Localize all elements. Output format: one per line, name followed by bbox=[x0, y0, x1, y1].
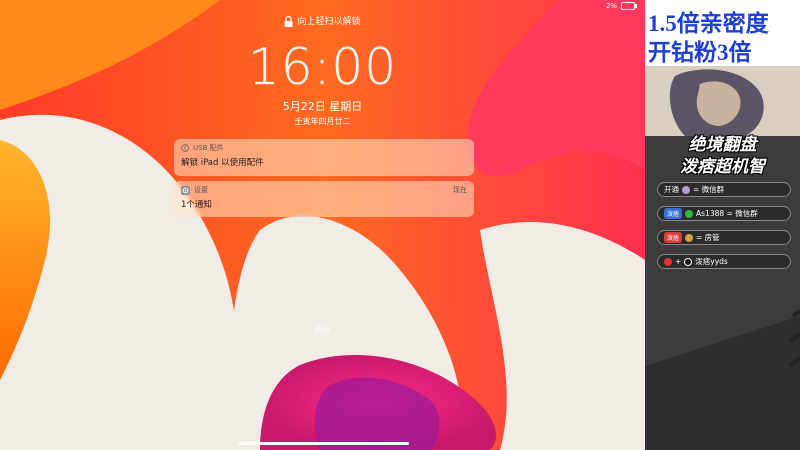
info-row-label: 泼痞 bbox=[664, 232, 683, 243]
notification-body: 1个通知 bbox=[181, 200, 212, 210]
lunar-date: 壬寅年四月廿二 bbox=[294, 117, 351, 126]
info-row-value: 泼痞yyds bbox=[695, 257, 728, 266]
stream-banner: 绝境翻盘 泼痞超机智 开通 = 微信群 泼痞 As1388 = 微信群 泼痞 =… bbox=[645, 66, 800, 450]
notification-time: 现在 bbox=[453, 186, 467, 194]
wechat-icon bbox=[685, 209, 694, 218]
ipad-lockscreen: 2% 向上轻扫以解锁 16:00 5月22日 星期日 壬寅年四月廿二 USB 配… bbox=[0, 0, 645, 450]
battery-icon bbox=[621, 2, 637, 10]
notification-settings[interactable]: 设置 现在 1个通知 bbox=[174, 181, 474, 217]
info-row-label: 开通 bbox=[664, 185, 679, 194]
tiktok-icon bbox=[684, 257, 693, 266]
info-row-label: 泼痞 bbox=[664, 208, 683, 219]
key-icon bbox=[685, 233, 694, 242]
weibo-icon bbox=[664, 257, 672, 266]
notification-app: 设置 bbox=[194, 186, 208, 194]
clock-date: 5月22日 星期日 bbox=[282, 100, 363, 113]
notification-app: USB 配件 bbox=[193, 144, 224, 152]
info-row-value: As1388 = 微信群 bbox=[696, 209, 758, 218]
swipe-hint-label: 向上轻扫以解锁 bbox=[297, 17, 361, 27]
info-row-4: + 泼痞yyds bbox=[657, 254, 791, 269]
swipe-hint: 向上轻扫以解锁 bbox=[0, 14, 645, 27]
banner-title-2: 泼痞超机智 bbox=[680, 157, 765, 177]
promo-line-2: 开钻粉3倍 bbox=[648, 40, 752, 65]
notification-usb[interactable]: USB 配件 解锁 iPad 以使用配件 bbox=[174, 139, 474, 176]
info-row-label: + bbox=[675, 257, 682, 266]
info-row-value: = 房管 bbox=[696, 233, 720, 242]
home-indicator[interactable] bbox=[239, 442, 409, 445]
clock-time: 16:00 bbox=[247, 38, 398, 97]
warning-icon bbox=[181, 144, 189, 152]
lock-icon bbox=[284, 16, 293, 27]
promo-box: 1.5倍亲密度 开钻粉3倍 bbox=[645, 0, 800, 66]
battery-percent: 2% bbox=[605, 2, 617, 10]
info-row-1: 开通 = 微信群 bbox=[657, 182, 791, 197]
status-bar: 2% bbox=[605, 2, 637, 10]
info-row-value: = 微信群 bbox=[693, 185, 725, 194]
info-row-2: 泼痞 As1388 = 微信群 bbox=[657, 206, 791, 221]
info-row-3: 泼痞 = 房管 bbox=[657, 230, 791, 245]
badge-icon bbox=[682, 185, 690, 194]
settings-icon bbox=[181, 185, 190, 195]
cancel-button[interactable]: 取消 bbox=[0, 324, 645, 335]
stream-sidebar: 1.5倍亲密度 开钻粉3倍 绝境翻盘 泼痞超机智 开通 = 微信群 泼痞 As1… bbox=[645, 0, 800, 450]
notification-body: 解锁 iPad 以使用配件 bbox=[181, 158, 264, 168]
